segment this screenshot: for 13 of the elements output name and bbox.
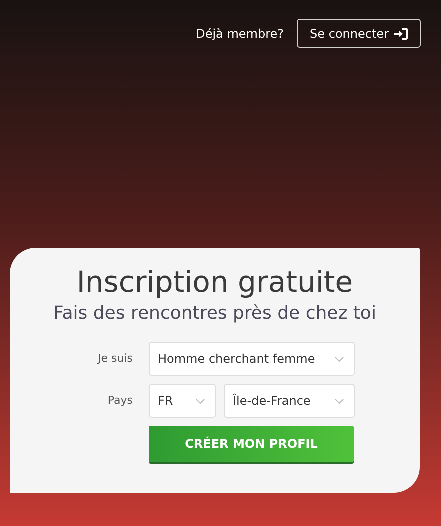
card-subtitle: Fais des rencontres près de chez toi [54, 302, 376, 326]
card-title: Inscription gratuite [76, 264, 354, 300]
chevron-down-icon [335, 356, 344, 362]
chevron-down-icon [196, 398, 205, 404]
field-label: Je suis [96, 350, 134, 367]
member-prompt: Déjà membre? [196, 26, 284, 42]
login-icon [394, 28, 408, 40]
select-field[interactable]: Île-de-France [224, 384, 355, 418]
select-field[interactable]: FR [149, 384, 216, 418]
select-field[interactable]: Homme cherchant femme [149, 342, 355, 376]
field-label: Pays [106, 392, 134, 409]
chevron-down-icon [335, 398, 344, 404]
login-button[interactable]: Se connecter [297, 19, 421, 48]
